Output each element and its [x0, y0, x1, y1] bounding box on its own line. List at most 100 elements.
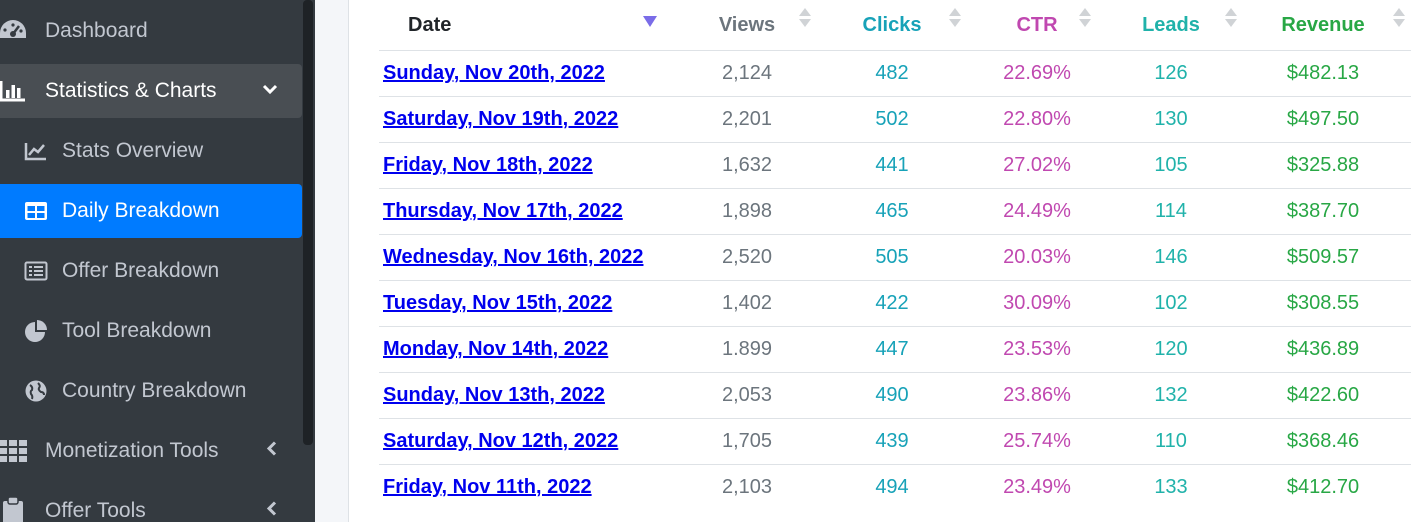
cell-date: Tuesday, Nov 15th, 2022: [379, 280, 677, 327]
tachometer-icon: [0, 15, 29, 47]
cell-views: 2,103: [677, 464, 817, 510]
sidebar-item-dashboard[interactable]: Dashboard: [0, 4, 302, 58]
sidebar-item-label: Offer Tools: [45, 499, 146, 522]
cell-date: Friday, Nov 18th, 2022: [379, 142, 677, 189]
cell-leads: 120: [1107, 326, 1235, 373]
column-header-views[interactable]: Views: [677, 0, 817, 51]
sidebar-item-label: Stats Overview: [62, 139, 204, 162]
sort-descending-icon: [643, 16, 657, 27]
cell-revenue: $308.55: [1235, 280, 1411, 327]
bar-chart-icon: [0, 75, 29, 107]
cell-clicks: 441: [817, 142, 967, 189]
cell-clicks: 422: [817, 280, 967, 327]
cell-date: Sunday, Nov 20th, 2022: [379, 50, 677, 97]
cell-views: 2,053: [677, 372, 817, 419]
date-link[interactable]: Tuesday, Nov 15th, 2022: [383, 292, 612, 314]
sidebar-scrollbar[interactable]: [303, 0, 313, 445]
cell-views: 1,632: [677, 142, 817, 189]
table-row: Saturday, Nov 12th, 2022 1,705 439 25.74…: [379, 418, 1411, 465]
sort-icon: [1393, 8, 1405, 27]
chevron-left-icon: [266, 441, 278, 462]
table-row: Friday, Nov 11th, 2022 2,103 494 23.49% …: [379, 464, 1411, 510]
cell-revenue: $422.60: [1235, 372, 1411, 419]
sidebar: Dashboard Statistics & Charts Stats Over…: [0, 0, 315, 522]
sidebar-item-daily-breakdown[interactable]: Daily Breakdown: [0, 184, 302, 238]
cell-clicks: 465: [817, 188, 967, 235]
sort-icon: [949, 8, 961, 27]
sort-icon: [1225, 8, 1237, 27]
cell-leads: 102: [1107, 280, 1235, 327]
date-link[interactable]: Friday, Nov 11th, 2022: [383, 476, 592, 498]
cell-leads: 132: [1107, 372, 1235, 419]
column-header-ctr[interactable]: CTR: [967, 0, 1107, 51]
cell-ctr: 22.69%: [967, 50, 1107, 97]
chevron-down-icon: [262, 82, 278, 100]
cell-leads: 130: [1107, 96, 1235, 143]
sidebar-item-offer-tools[interactable]: Offer Tools: [0, 484, 302, 522]
cell-date: Wednesday, Nov 16th, 2022: [379, 234, 677, 281]
cell-leads: 114: [1107, 188, 1235, 235]
pie-chart-icon: [22, 315, 50, 347]
cell-leads: 146: [1107, 234, 1235, 281]
date-link[interactable]: Saturday, Nov 19th, 2022: [383, 108, 618, 130]
cell-ctr: 22.80%: [967, 96, 1107, 143]
globe-icon: [22, 375, 50, 407]
sidebar-item-label: Statistics & Charts: [45, 79, 217, 102]
main-content: Date Views Clicks CTR Leads Revenue Sund…: [315, 0, 1411, 522]
cell-revenue: $325.88: [1235, 142, 1411, 189]
date-link[interactable]: Thursday, Nov 17th, 2022: [383, 200, 623, 222]
table-row: Saturday, Nov 19th, 2022 2,201 502 22.80…: [379, 96, 1411, 143]
table-row: Wednesday, Nov 16th, 2022 2,520 505 20.0…: [379, 234, 1411, 281]
cell-date: Monday, Nov 14th, 2022: [379, 326, 677, 373]
cell-clicks: 447: [817, 326, 967, 373]
cell-views: 1,402: [677, 280, 817, 327]
date-link[interactable]: Sunday, Nov 13th, 2022: [383, 384, 605, 406]
cell-revenue: $387.70: [1235, 188, 1411, 235]
table-row: Tuesday, Nov 15th, 2022 1,402 422 30.09%…: [379, 280, 1411, 327]
date-link[interactable]: Friday, Nov 18th, 2022: [383, 154, 593, 176]
cell-revenue: $497.50: [1235, 96, 1411, 143]
cell-revenue: $436.89: [1235, 326, 1411, 373]
table-icon: [22, 195, 50, 227]
date-link[interactable]: Wednesday, Nov 16th, 2022: [383, 246, 643, 268]
sidebar-item-statistics-charts[interactable]: Statistics & Charts: [0, 64, 302, 118]
column-header-label: CTR: [1016, 13, 1058, 36]
date-link[interactable]: Monday, Nov 14th, 2022: [383, 338, 608, 360]
daily-breakdown-card: Date Views Clicks CTR Leads Revenue Sund…: [348, 0, 1411, 522]
column-header-clicks[interactable]: Clicks: [817, 0, 967, 51]
cell-views: 1.899: [677, 326, 817, 373]
sidebar-item-country-breakdown[interactable]: Country Breakdown: [0, 364, 302, 418]
daily-breakdown-table: Date Views Clicks CTR Leads Revenue Sund…: [379, 0, 1411, 510]
column-header-label: Revenue: [1281, 13, 1365, 36]
sidebar-item-offer-breakdown[interactable]: Offer Breakdown: [0, 244, 302, 298]
sidebar-item-stats-overview[interactable]: Stats Overview: [0, 124, 302, 178]
sidebar-item-label: Country Breakdown: [62, 379, 247, 402]
column-header-date[interactable]: Date: [379, 0, 677, 51]
sort-icon: [799, 8, 811, 27]
sidebar-item-tool-breakdown[interactable]: Tool Breakdown: [0, 304, 302, 358]
cell-clicks: 439: [817, 418, 967, 465]
cell-ctr: 23.49%: [967, 464, 1107, 510]
sidebar-item-label: Monetization Tools: [45, 439, 219, 462]
cell-leads: 110: [1107, 418, 1235, 465]
cell-ctr: 20.03%: [967, 234, 1107, 281]
cell-clicks: 502: [817, 96, 967, 143]
cell-revenue: $509.57: [1235, 234, 1411, 281]
cell-ctr: 27.02%: [967, 142, 1107, 189]
cell-date: Thursday, Nov 17th, 2022: [379, 188, 677, 235]
table-row: Sunday, Nov 20th, 2022 2,124 482 22.69% …: [379, 50, 1411, 97]
list-alt-icon: [22, 255, 50, 287]
date-link[interactable]: Sunday, Nov 20th, 2022: [383, 62, 605, 84]
cell-views: 2,201: [677, 96, 817, 143]
cell-ctr: 23.86%: [967, 372, 1107, 419]
grid-icon: [0, 435, 29, 467]
sidebar-item-monetization-tools[interactable]: Monetization Tools: [0, 424, 302, 478]
column-header-leads[interactable]: Leads: [1107, 0, 1237, 51]
date-link[interactable]: Saturday, Nov 12th, 2022: [383, 430, 618, 452]
cell-views: 2,520: [677, 234, 817, 281]
column-header-revenue[interactable]: Revenue: [1235, 0, 1411, 51]
cell-date: Saturday, Nov 12th, 2022: [379, 418, 677, 465]
cell-revenue: $482.13: [1235, 50, 1411, 97]
line-chart-icon: [22, 135, 50, 167]
cell-clicks: 494: [817, 464, 967, 510]
